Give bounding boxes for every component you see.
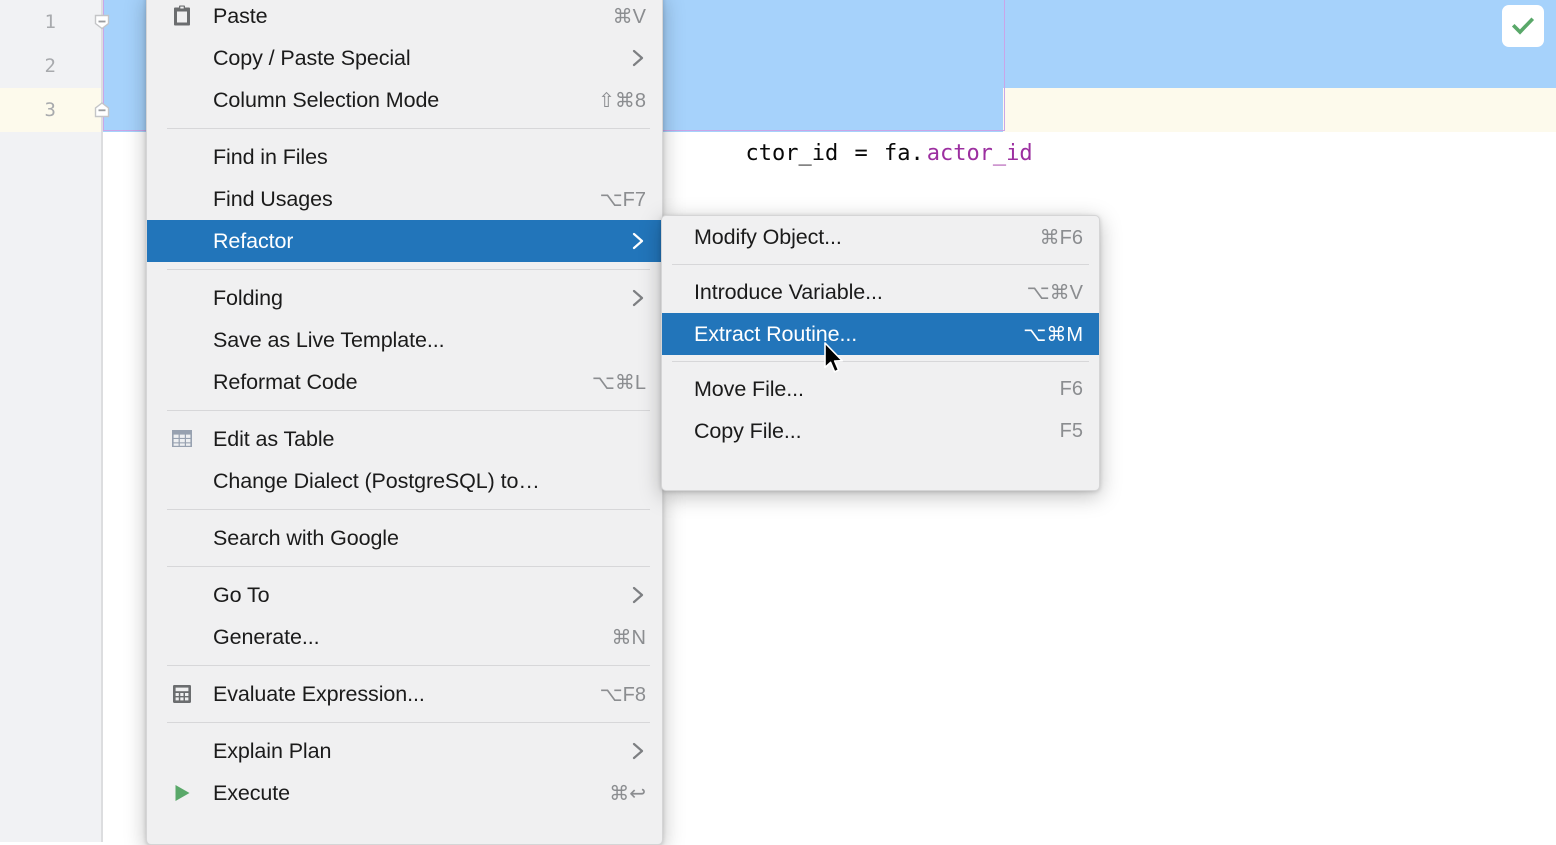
menu-separator: [167, 665, 650, 666]
menu-item-edit-as-table[interactable]: Edit as Table: [147, 418, 662, 460]
menu-separator: [672, 361, 1089, 362]
code-token-table-alias: fa.: [881, 141, 924, 166]
code-token-equals: =: [838, 141, 881, 166]
menu-item-shortcut: F6: [1036, 378, 1083, 401]
submenu-item-extract-routine[interactable]: Extract Routine... ⌥⌘M: [662, 313, 1099, 355]
table-icon: [171, 429, 193, 449]
calculator-icon: [171, 683, 193, 705]
chevron-right-icon: [606, 288, 646, 308]
submenu-item-copy-file[interactable]: Copy File... F5: [662, 410, 1099, 452]
menu-item-label: Extract Routine...: [676, 322, 857, 347]
menu-item-label: Go To: [169, 583, 269, 608]
menu-item-folding[interactable]: Folding: [147, 277, 662, 319]
menu-item-paste[interactable]: Paste⌘V: [147, 0, 662, 37]
play-icon: [171, 782, 193, 804]
menu-item-shortcut: ⌥F8: [576, 682, 646, 707]
editor-context-menu[interactable]: Paste⌘V Copy / Paste Special Column Select…: [146, 0, 663, 845]
submenu-item-modify-object[interactable]: Modify Object... ⌘F6: [662, 216, 1099, 258]
line-number-3: 3: [45, 99, 56, 121]
menu-item-reformat-code[interactable]: Reformat Code ⌥⌘L: [147, 361, 662, 403]
menu-item-change-dialect[interactable]: Change Dialect (PostgreSQL) to…: [147, 460, 662, 502]
menu-item-shortcut: F5: [1036, 420, 1083, 443]
inspection-status-badge[interactable]: [1502, 5, 1544, 47]
menu-item-label: Edit as Table: [169, 427, 334, 452]
menu-item-column-selection-mode[interactable]: Column Selection Mode ⇧⌘8: [147, 79, 662, 121]
menu-separator: [167, 269, 650, 270]
table-icon: [171, 428, 193, 450]
menu-item-label: Copy / Paste Special: [169, 46, 411, 71]
menu-item-label: Generate...: [169, 625, 319, 650]
chevron-right-icon: [606, 741, 646, 761]
menu-item-label: Search with Google: [169, 526, 399, 551]
gutter-line-1: 1: [0, 0, 102, 44]
fold-marker-collapse-icon-1[interactable]: [92, 12, 112, 32]
menu-item-label: Evaluate Expression...: [169, 682, 425, 707]
menu-item-label: Modify Object...: [676, 225, 842, 250]
menu-item-shortcut: ⌘↩: [585, 781, 646, 806]
chevron-right-icon: [630, 288, 646, 308]
gutter-line-3: 3: [0, 88, 102, 132]
line-number-2: 2: [45, 55, 56, 77]
calculator-icon: [171, 683, 193, 705]
menu-item-label: Find Usages: [169, 187, 333, 212]
menu-item-evaluate-expression[interactable]: Evaluate Expression... ⌥F8: [147, 673, 662, 715]
menu-item-label: Save as Live Template...: [169, 328, 444, 353]
menu-item-save-as-live-template[interactable]: Save as Live Template...: [147, 319, 662, 361]
menu-item-copy-paste-special[interactable]: Copy / Paste Special: [147, 37, 662, 79]
menu-item-label: Find in Files: [169, 145, 328, 170]
clipboard-icon: [171, 5, 193, 27]
menu-item-label: Introduce Variable...: [676, 280, 883, 305]
menu-item-go-to[interactable]: Go To: [147, 574, 662, 616]
chevron-right-icon: [630, 48, 646, 68]
menu-item-shortcut: ⌘V: [589, 4, 646, 29]
menu-item-shortcut: ⌥⌘L: [568, 370, 646, 395]
menu-item-refactor[interactable]: Refactor: [147, 220, 662, 262]
fold-rail: [101, 0, 103, 842]
menu-item-shortcut: ⌥⌘V: [1003, 280, 1083, 305]
menu-separator: [167, 128, 650, 129]
menu-item-shortcut: ⌘N: [588, 625, 646, 650]
check-icon: [1510, 13, 1536, 39]
chevron-right-icon: [606, 585, 646, 605]
menu-item-find-in-files[interactable]: Find in Files: [147, 136, 662, 178]
menu-item-shortcut: ⇧⌘8: [574, 88, 646, 113]
fold-marker-collapse-icon-3[interactable]: [92, 100, 112, 120]
menu-item-label: Column Selection Mode: [169, 88, 439, 113]
menu-item-execute[interactable]: Execute⌘↩: [147, 772, 662, 814]
submenu-item-move-file[interactable]: Move File... F6: [662, 368, 1099, 410]
clipboard-icon: [171, 5, 193, 27]
chevron-right-icon: [630, 231, 646, 251]
menu-item-shortcut: ⌘F6: [1016, 225, 1083, 250]
menu-item-shortcut: ⌥⌘M: [999, 322, 1083, 347]
menu-item-shortcut: ⌥F7: [576, 187, 646, 212]
chevron-right-icon: [630, 585, 646, 605]
line-number-1: 1: [45, 11, 56, 33]
code-token-left-ident: ctor_id: [742, 141, 838, 166]
submenu-item-introduce-variable[interactable]: Introduce Variable... ⌥⌘V: [662, 271, 1099, 313]
menu-separator: [672, 264, 1089, 265]
menu-item-search-with-google[interactable]: Search with Google: [147, 517, 662, 559]
gutter-line-2: 2: [0, 44, 102, 88]
menu-item-label: Refactor: [169, 229, 293, 254]
menu-item-label: Copy File...: [676, 419, 802, 444]
chevron-right-icon: [606, 231, 646, 251]
play-icon: [171, 782, 193, 804]
menu-separator: [167, 509, 650, 510]
menu-item-label: Change Dialect (PostgreSQL) to…: [169, 469, 540, 494]
menu-item-generate[interactable]: Generate... ⌘N: [147, 616, 662, 658]
refactor-submenu[interactable]: Modify Object... ⌘F6 Introduce Variable...…: [661, 215, 1100, 491]
menu-separator: [167, 722, 650, 723]
menu-separator: [167, 410, 650, 411]
menu-item-label: Move File...: [676, 377, 804, 402]
chevron-right-icon: [606, 48, 646, 68]
menu-item-label: Folding: [169, 286, 283, 311]
chevron-right-icon: [630, 741, 646, 761]
menu-item-explain-plan[interactable]: Explain Plan: [147, 730, 662, 772]
menu-item-label: Explain Plan: [169, 739, 331, 764]
menu-item-label: Reformat Code: [169, 370, 358, 395]
menu-separator: [167, 566, 650, 567]
menu-item-find-usages[interactable]: Find Usages ⌥F7: [147, 178, 662, 220]
code-token-column: actor_id: [924, 141, 1033, 166]
